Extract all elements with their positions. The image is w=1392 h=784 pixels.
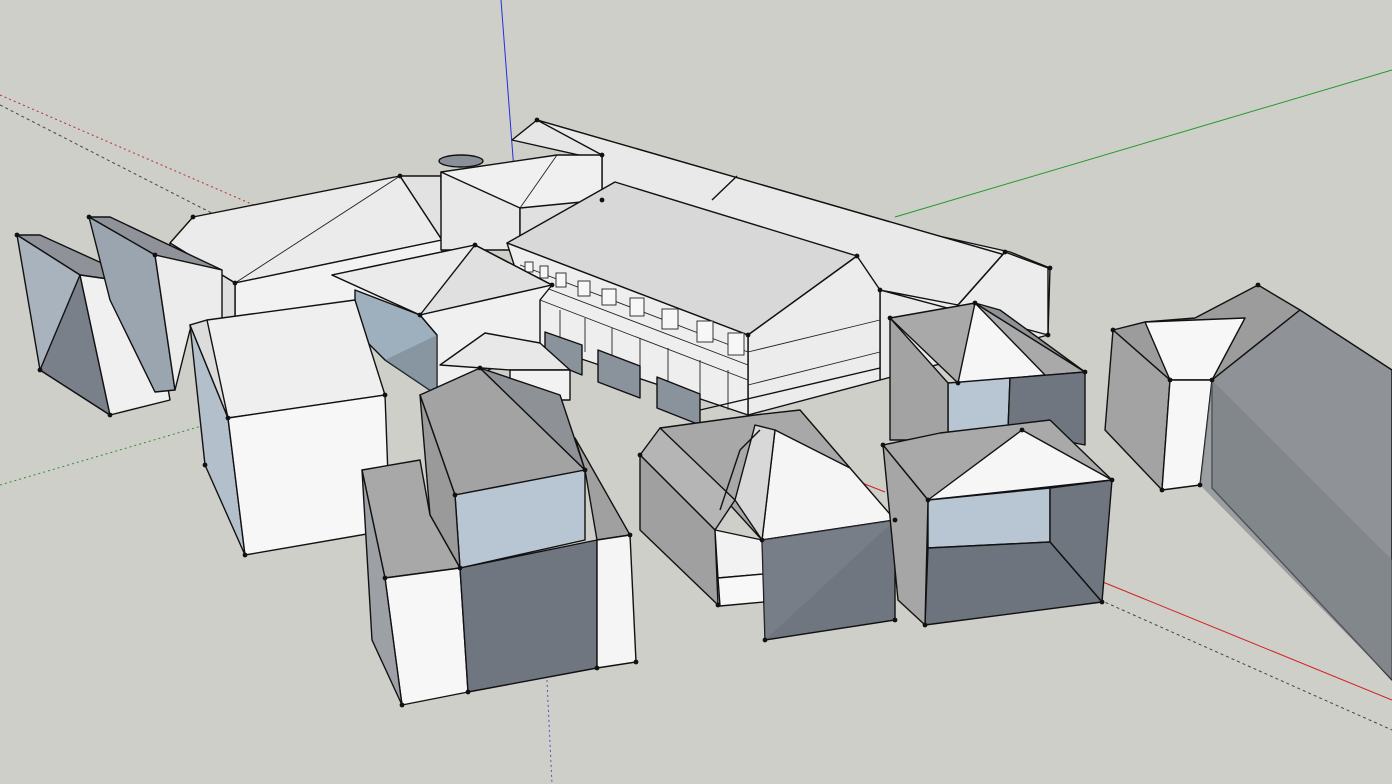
sketchup-viewport[interactable] [0, 0, 1392, 784]
model-canvas[interactable] [0, 0, 1392, 784]
right-house-back[interactable] [889, 302, 1086, 446]
inferred-dashed-1 [0, 104, 246, 231]
far-right-long-building[interactable] [1104, 284, 1392, 681]
white-box-building[interactable] [189, 299, 391, 556]
center-front-hip-building[interactable] [639, 409, 896, 641]
roof-disc [438, 154, 484, 168]
green-axis [894, 69, 1392, 218]
green-axis-dashed [0, 424, 206, 486]
front-gable-building[interactable] [361, 367, 637, 706]
right-house-front[interactable] [882, 419, 1113, 626]
